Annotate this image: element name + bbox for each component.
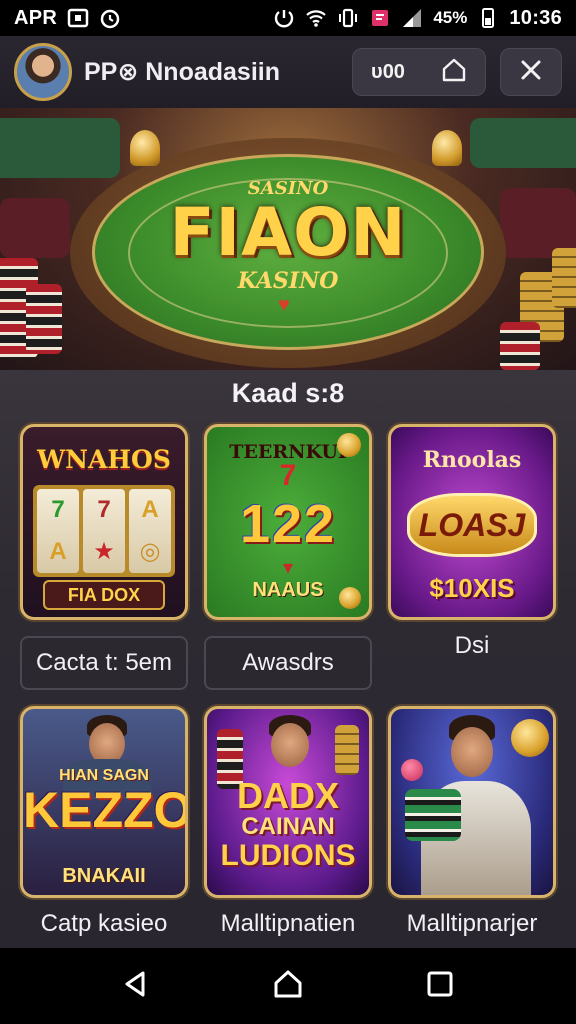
home-nav-button[interactable] [258, 956, 318, 1016]
chip-stack [335, 725, 359, 775]
game-tile-kezzo[interactable]: HIAN SAGN KEZZO BNAKAII [20, 706, 188, 898]
game-tile-player[interactable] [388, 706, 556, 898]
game-tile-numbers[interactable]: TEERNKUI 7 122 ▾ NAAUS [204, 424, 372, 620]
tile-numbers: 122 [239, 494, 337, 554]
tile-title-secondary: LUDIONS [220, 839, 356, 872]
hero-banner[interactable]: SASINO FIAON KASINO ♥ [0, 108, 576, 370]
hero-bottom-text: KASINO [237, 268, 339, 294]
coin-icon [337, 433, 361, 457]
tile-banner: Rnoolas [422, 447, 522, 473]
reel-symbol: ★ [93, 538, 115, 566]
tile-seven: 7 [279, 459, 297, 492]
heart-icon: ▾ [282, 557, 294, 579]
carrier-label: APR [14, 6, 58, 29]
alarm-icon [99, 7, 121, 29]
hero-logo: FIAON [169, 194, 407, 271]
slot-reel: 7 ★ [83, 489, 125, 573]
notification-icon [369, 7, 391, 29]
tile-caption: Malltipnatien [220, 910, 356, 937]
reel-symbol: A [49, 538, 67, 565]
tile-caption: Catp kasieo [40, 910, 168, 937]
tile-title: KEZZO [23, 782, 188, 838]
battery-icon [477, 7, 499, 29]
home-icon [272, 968, 304, 1005]
header-text-button[interactable]: ᴜ00 [353, 48, 423, 96]
sync-icon [273, 7, 295, 29]
chip-stack [405, 789, 461, 841]
tile-caption: Malltipnarjer [406, 910, 538, 937]
home-outline-icon [440, 56, 468, 89]
coin-icon [339, 587, 361, 609]
game-tile-bonus[interactable]: Rnoolas LOASJ $10XIS [388, 424, 556, 620]
chip-stack [26, 284, 62, 354]
back-triangle-icon [121, 969, 151, 1004]
section-title: Kaad s:8 [231, 378, 345, 408]
header-button-group: ᴜ00 [352, 48, 486, 96]
app-title: PP⊗ Nnoadasiin [84, 58, 280, 86]
reel-symbol: ◎ [139, 538, 161, 566]
wifi-icon [305, 7, 327, 29]
heart-icon: ♥ [278, 294, 290, 316]
clock: 10:36 [509, 6, 562, 29]
slot-reel: 7 A [37, 489, 79, 573]
photo-icon [67, 7, 89, 29]
reel-symbol: 7 [97, 495, 111, 523]
tile-subtitle: CAINAN [241, 813, 335, 840]
tile-emblem-text: LOASJ [418, 507, 526, 543]
tile-footer: BNAKAII [62, 865, 146, 887]
close-icon [518, 57, 544, 88]
lamp-icon [130, 130, 160, 166]
lamp-icon [432, 130, 462, 166]
tile-banner: WNAHOS [37, 445, 171, 474]
recents-square-icon [426, 970, 454, 1003]
recents-button[interactable] [410, 956, 470, 1016]
tile-title: DADX [236, 775, 339, 816]
chip-stack [500, 322, 540, 370]
category-button-first[interactable]: Cacta t: 5em [20, 636, 188, 690]
avatar[interactable] [14, 43, 72, 101]
coin-icon [511, 719, 549, 757]
category-button-second[interactable]: Awasdrs [204, 636, 372, 690]
slot-reels: 7 A 7 ★ A ◎ [33, 485, 175, 577]
slot-reel: A ◎ [129, 489, 171, 573]
background-table [470, 118, 576, 168]
close-button[interactable] [500, 48, 562, 96]
vibrate-icon [337, 7, 359, 29]
character-face [271, 723, 309, 767]
home-button[interactable] [423, 48, 485, 96]
status-bar: APR 45% 10:36 [0, 0, 576, 36]
tile-plate-text: FIA DOX [67, 585, 141, 605]
reel-symbol: 7 [51, 496, 65, 523]
app-header: PP⊗ Nnoadasiin ᴜ00 [0, 36, 576, 108]
category-label-third[interactable]: Dsi [388, 632, 556, 660]
battery-percent: 45% [433, 8, 468, 27]
character-face [451, 727, 493, 777]
chip-icon [401, 759, 423, 781]
game-tile-slots[interactable]: WNAHOS 7 A 7 ★ A ◎ FIA DOX [20, 424, 188, 620]
reel-symbol: A [141, 495, 159, 523]
tile-footer: $10XIS [429, 573, 515, 603]
game-tile-ludions[interactable]: DADX CAINAN LUDIONS [204, 706, 372, 898]
background-table [0, 118, 120, 178]
signal-icon [401, 7, 423, 29]
navigation-bar [0, 948, 576, 1024]
back-button[interactable] [106, 956, 166, 1016]
